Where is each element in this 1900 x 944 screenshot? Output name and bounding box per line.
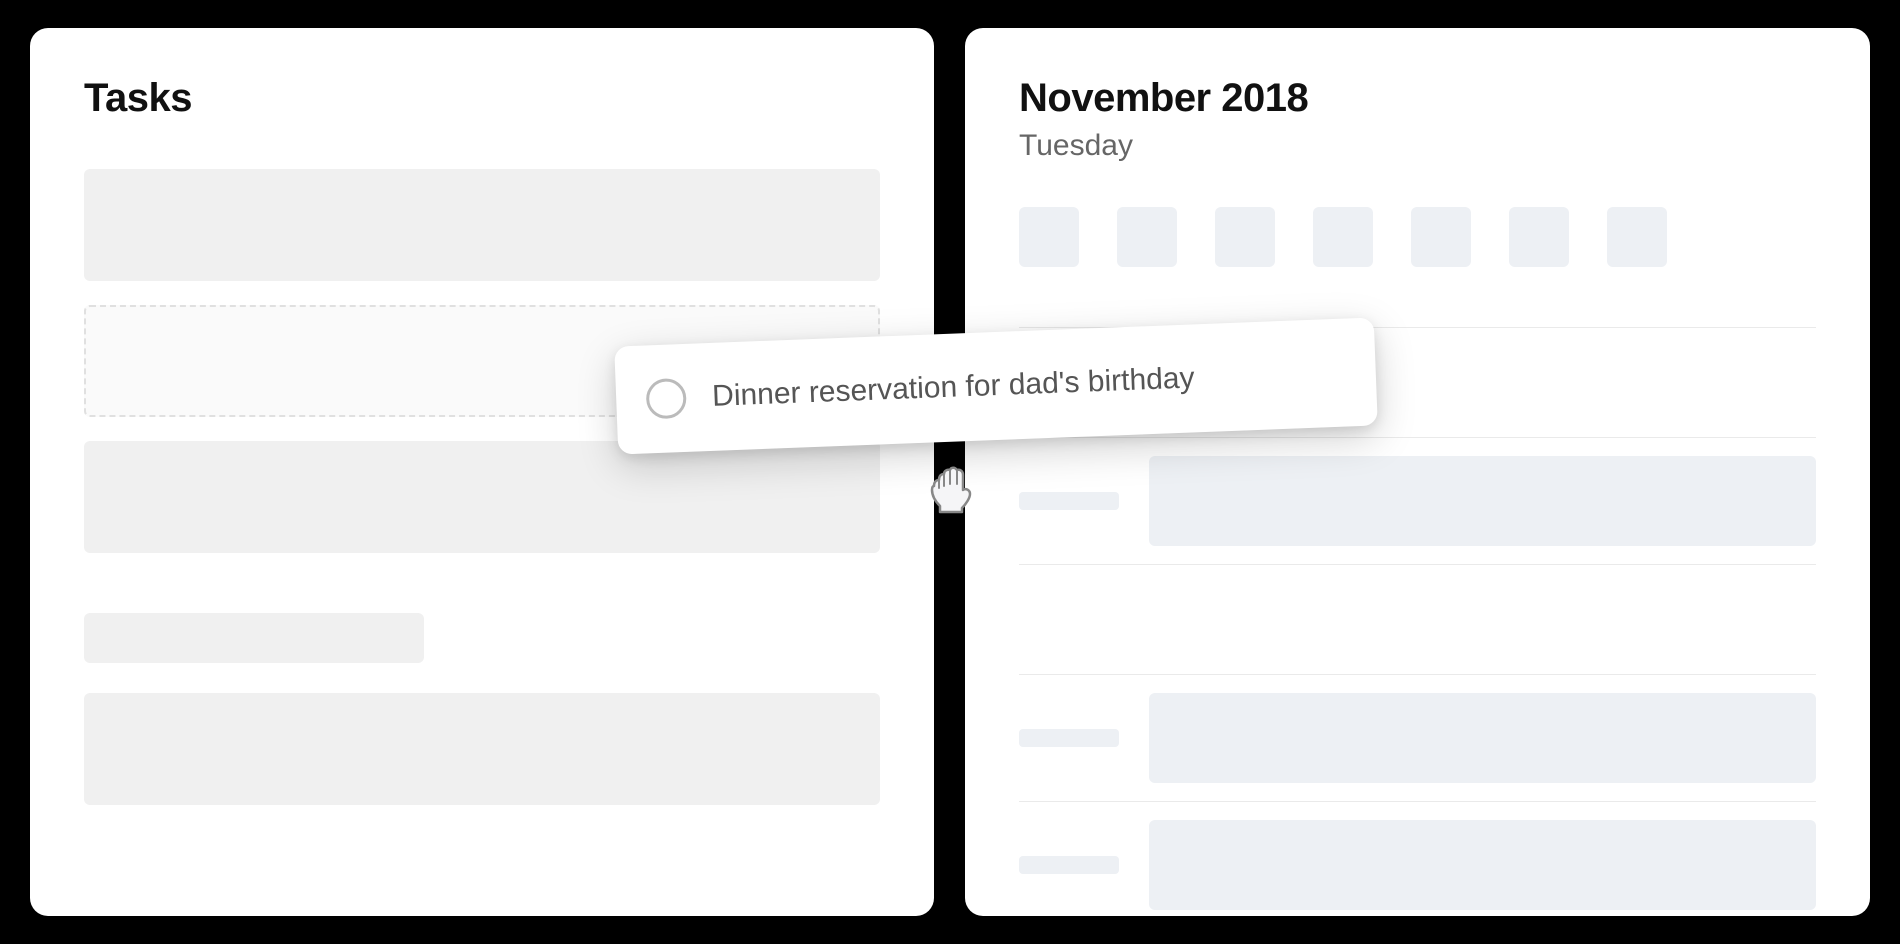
day-box[interactable] xyxy=(1313,207,1373,267)
time-label xyxy=(1019,492,1119,510)
calendar-title: November 2018 xyxy=(1019,76,1816,121)
calendar-time-row[interactable] xyxy=(1019,674,1816,801)
grab-cursor-icon xyxy=(920,456,982,523)
day-box[interactable] xyxy=(1117,207,1177,267)
day-box[interactable] xyxy=(1411,207,1471,267)
task-item-placeholder[interactable] xyxy=(84,693,880,805)
day-box[interactable] xyxy=(1509,207,1569,267)
task-text: Dinner reservation for dad's birthday xyxy=(712,361,1196,414)
day-box[interactable] xyxy=(1019,207,1079,267)
time-label xyxy=(1019,729,1119,747)
calendar-panel: November 2018 Tuesday xyxy=(965,28,1870,916)
day-box[interactable] xyxy=(1215,207,1275,267)
calendar-time-row[interactable] xyxy=(1019,564,1816,674)
day-box[interactable] xyxy=(1607,207,1667,267)
calendar-subtitle: Tuesday xyxy=(1019,129,1816,163)
calendar-time-row[interactable] xyxy=(1019,801,1816,928)
calendar-event-placeholder[interactable] xyxy=(1149,456,1816,546)
tasks-panel: Tasks xyxy=(30,28,934,916)
week-day-strip xyxy=(1019,207,1816,267)
time-label xyxy=(1019,856,1119,874)
task-checkbox[interactable] xyxy=(645,378,687,420)
tasks-title: Tasks xyxy=(84,76,880,121)
task-section-header-placeholder xyxy=(84,613,424,663)
calendar-time-row[interactable] xyxy=(1019,437,1816,564)
calendar-event-placeholder[interactable] xyxy=(1149,693,1816,783)
task-item-placeholder[interactable] xyxy=(84,169,880,281)
calendar-event-placeholder[interactable] xyxy=(1149,820,1816,910)
task-item-placeholder[interactable] xyxy=(84,441,880,553)
